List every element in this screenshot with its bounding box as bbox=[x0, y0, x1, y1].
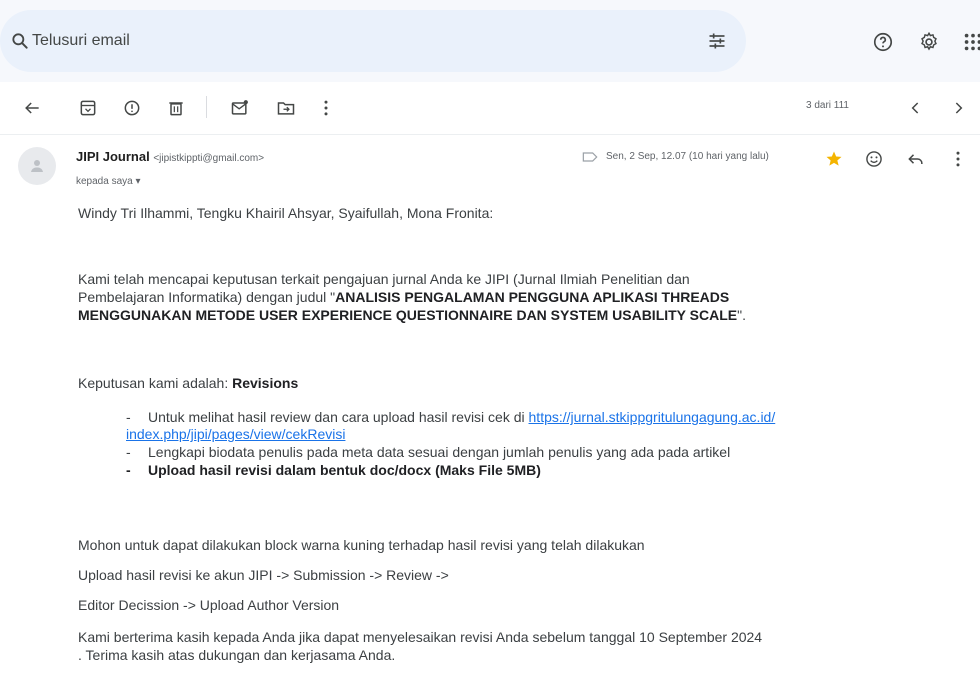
search-bar[interactable] bbox=[0, 10, 746, 72]
instruction-line: Editor Decission -> Upload Author Versio… bbox=[78, 597, 340, 613]
newer-chevron-left-icon[interactable] bbox=[906, 98, 926, 118]
thanks-line: . Terima kasih atas dukungan dan kerjasa… bbox=[78, 647, 396, 663]
archive-icon[interactable] bbox=[78, 98, 98, 118]
bullet-text: Upload hasil revisi dalam bentuk doc/doc… bbox=[148, 462, 541, 478]
recipient-dropdown[interactable]: kepada saya ▾ bbox=[76, 176, 141, 187]
para-prefix: Pembelajaran Informatika) dengan judul " bbox=[78, 289, 336, 305]
delete-trash-icon[interactable] bbox=[166, 98, 186, 118]
apps-grid-icon[interactable] bbox=[962, 31, 980, 53]
help-icon[interactable] bbox=[872, 31, 894, 53]
search-row bbox=[0, 10, 980, 72]
list-item: - Upload hasil revisi dalam bentuk doc/do… bbox=[126, 462, 541, 478]
reply-icon[interactable] bbox=[906, 149, 926, 169]
article-title-part2: MENGGUNAKAN METODE USER EXPERIENCE QUEST… bbox=[78, 307, 738, 323]
thanks-line: Kami berterima kasih kepada Anda jika da… bbox=[78, 629, 763, 645]
paragraph-line: Pembelajaran Informatika) dengan judul "… bbox=[78, 289, 729, 305]
decision-line: Keputusan kami adalah: Revisions bbox=[78, 375, 298, 391]
settings-gear-icon[interactable] bbox=[918, 31, 940, 53]
pager-count: 3 dari 111 bbox=[806, 100, 849, 111]
toolbar-divider bbox=[206, 96, 207, 118]
sender-email: <jipistkippti@gmail.com> bbox=[153, 153, 265, 164]
search-options-icon[interactable] bbox=[706, 31, 728, 51]
search-icon[interactable] bbox=[10, 31, 30, 51]
paragraph-line: MENGGUNAKAN METODE USER EXPERIENCE QUEST… bbox=[78, 307, 746, 323]
revision-link[interactable]: https://jurnal.stkippgritulungagung.ac.i… bbox=[529, 409, 776, 425]
star-icon[interactable] bbox=[824, 149, 844, 169]
sender-line: JIPI Journal <jipistkippti@gmail.com> bbox=[76, 149, 264, 164]
message-toolbar: 3 dari 111 bbox=[0, 82, 980, 134]
back-arrow-icon[interactable] bbox=[22, 98, 42, 118]
bullet-text: Untuk melihat hasil review dan cara uplo… bbox=[148, 409, 529, 425]
older-chevron-right-icon[interactable] bbox=[948, 98, 968, 118]
message-more-vert-icon[interactable] bbox=[948, 149, 968, 169]
decision-label: Keputusan kami adalah: bbox=[78, 375, 233, 391]
bullet-text: Lengkapi biodata penulis pada meta data … bbox=[148, 444, 731, 460]
sender-avatar bbox=[18, 147, 56, 185]
label-tag-icon bbox=[582, 152, 598, 162]
move-to-folder-icon[interactable] bbox=[276, 98, 296, 118]
emoji-reaction-icon[interactable] bbox=[864, 149, 884, 169]
search-input[interactable] bbox=[30, 28, 670, 54]
greeting: Windy Tri Ilhammi, Tengku Khairil Ahsyar… bbox=[78, 205, 494, 221]
instruction-line: Upload hasil revisi ke akun JIPI -> Subm… bbox=[78, 567, 449, 583]
more-vert-icon[interactable] bbox=[316, 98, 336, 118]
person-icon bbox=[31, 160, 43, 172]
sender-name[interactable]: JIPI Journal bbox=[76, 149, 150, 164]
list-item: - Lengkapi biodata penulis pada meta data… bbox=[126, 444, 731, 460]
list-item: - Untuk melihat hasil review dan cara upl… bbox=[126, 409, 776, 425]
paragraph-line: Kami telah mencapai keputusan terkait pe… bbox=[78, 271, 690, 287]
email-message: JIPI Journal <jipistkippti@gmail.com> ke… bbox=[0, 134, 980, 674]
instruction-line: Mohon untuk dapat dilakukan block warna … bbox=[78, 537, 645, 553]
report-spam-icon[interactable] bbox=[122, 98, 142, 118]
decision-value: Revisions bbox=[232, 375, 299, 391]
title-suffix: ". bbox=[737, 307, 746, 323]
article-title-part1: ANALISIS PENGALAMAN PENGGUNA APLIKASI TH… bbox=[335, 289, 730, 305]
revision-link-cont[interactable]: index.php/jipi/pages/view/cekRevisi bbox=[126, 426, 345, 442]
mark-unread-icon[interactable] bbox=[230, 98, 250, 118]
list-item-continued: index.php/jipi/pages/view/cekRevisi bbox=[126, 426, 345, 442]
message-date: Sen, 2 Sep, 12.07 (10 hari yang lalu) bbox=[606, 151, 769, 162]
